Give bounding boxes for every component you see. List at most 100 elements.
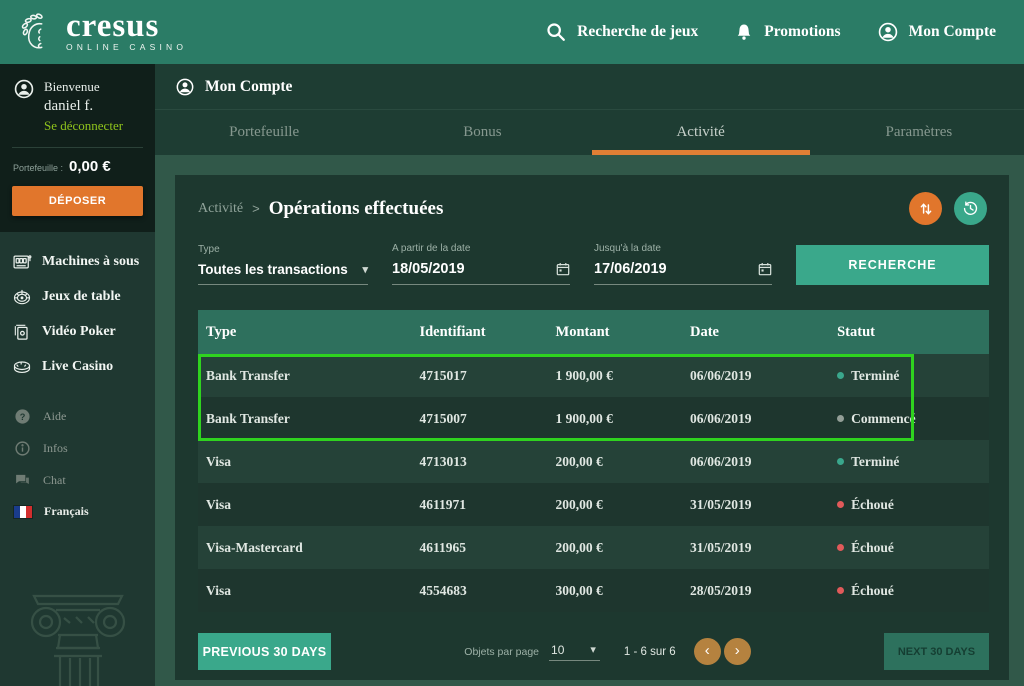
table-footer: PREVIOUS 30 DAYS Objets par page 10 ▾ 1 … bbox=[198, 633, 989, 670]
cell-montant: 200,00 € bbox=[556, 454, 690, 470]
nav-promotions[interactable]: Promotions bbox=[734, 22, 840, 42]
cresus-logo[interactable]: cresus ONLINE CASINO bbox=[12, 9, 187, 55]
content-area: Activité > Opérations effectuées bbox=[155, 155, 1024, 686]
cell-statut: Terminé bbox=[837, 368, 989, 384]
header-nav: Recherche de jeux Promotions Mon Compte bbox=[545, 21, 996, 43]
sidebar-item-help[interactable]: ? Aide bbox=[14, 408, 155, 425]
status-dot-icon bbox=[837, 372, 844, 379]
cell-montant: 1 900,00 € bbox=[556, 368, 690, 384]
search-button[interactable]: RECHERCHE bbox=[796, 245, 989, 285]
sidebar-item-slots[interactable]: Machines à sous bbox=[12, 252, 155, 272]
cell-montant: 200,00 € bbox=[556, 497, 690, 513]
nav-account[interactable]: Mon Compte bbox=[877, 21, 996, 43]
per-page-select[interactable]: 10 ▾ bbox=[549, 643, 600, 661]
pagination-range: 1 - 6 sur 6 bbox=[624, 646, 676, 658]
sidebar-item-live-casino[interactable]: Live Casino bbox=[12, 357, 155, 377]
tab-parametres[interactable]: Paramètres bbox=[810, 110, 1024, 155]
cell-type: Visa bbox=[198, 497, 419, 513]
cell-montant: 200,00 € bbox=[556, 540, 690, 556]
cards-icon bbox=[12, 322, 32, 342]
date-from-field[interactable]: A partir de la date 18/05/2019 bbox=[392, 243, 570, 285]
logo-tagline: ONLINE CASINO bbox=[66, 42, 187, 52]
calendar-icon[interactable] bbox=[758, 262, 772, 276]
table-body: Bank Transfer47150171 900,00 €06/06/2019… bbox=[198, 354, 989, 612]
nav-label: Recherche de jeux bbox=[577, 23, 698, 41]
date-from-value: 18/05/2019 bbox=[392, 261, 465, 277]
secondary-label: Aide bbox=[43, 409, 66, 424]
status-dot-icon bbox=[837, 587, 844, 594]
menu-label: Jeux de table bbox=[42, 289, 121, 305]
cell-statut: Terminé bbox=[837, 454, 989, 470]
next-30-days-button[interactable]: NEXT 30 DAYS bbox=[884, 633, 989, 670]
wallet-label: Portefeuille : bbox=[13, 163, 63, 173]
cell-type: Visa bbox=[198, 583, 419, 599]
svg-text:?: ? bbox=[20, 412, 26, 422]
sidebar-secondary-menu: ? Aide Infos Chat Français bbox=[0, 392, 155, 534]
nav-search-games[interactable]: Recherche de jeux bbox=[545, 21, 698, 43]
cell-statut: Commencé bbox=[837, 411, 989, 427]
status-dot-icon bbox=[837, 458, 844, 465]
table-row: Bank Transfer47150171 900,00 €06/06/2019… bbox=[198, 354, 989, 397]
type-filter-label: Type bbox=[198, 244, 368, 255]
menu-label: Vidéo Poker bbox=[42, 324, 116, 340]
sidebar-item-video-poker[interactable]: Vidéo Poker bbox=[12, 322, 155, 342]
cell-date: 31/05/2019 bbox=[690, 497, 837, 513]
filters: Type Toutes les transactions ▾ A partir … bbox=[175, 227, 1009, 285]
help-icon: ? bbox=[14, 408, 31, 425]
cell-type: Bank Transfer bbox=[198, 411, 419, 427]
breadcrumb-parent[interactable]: Activité bbox=[198, 201, 243, 217]
deposit-button[interactable]: DÉPOSER bbox=[12, 186, 143, 216]
secondary-label: Chat bbox=[43, 473, 66, 488]
status-dot-icon bbox=[837, 544, 844, 551]
sidebar-item-language[interactable]: Français bbox=[14, 504, 155, 519]
date-from-label: A partir de la date bbox=[392, 243, 570, 254]
cresus-head-icon bbox=[12, 9, 58, 55]
sidebar-user-block: Bienvenue daniel f. Se déconnecter Porte… bbox=[0, 64, 155, 232]
sidebar-item-table-games[interactable]: Jeux de table bbox=[12, 287, 155, 307]
transactions-button[interactable] bbox=[909, 192, 942, 225]
bell-icon bbox=[734, 22, 754, 42]
history-icon bbox=[962, 200, 979, 217]
previous-30-days-button[interactable]: PREVIOUS 30 DAYS bbox=[198, 633, 331, 670]
account-tabs: Portefeuille Bonus Activité Paramètres bbox=[155, 110, 1024, 155]
type-filter-value: Toutes les transactions bbox=[198, 262, 348, 277]
table-row: Visa4713013200,00 €06/06/2019Terminé bbox=[198, 440, 989, 483]
per-page-value: 10 bbox=[551, 643, 564, 657]
logo-name: cresus bbox=[66, 12, 187, 40]
main-area: Mon Compte Portefeuille Bonus Activité P… bbox=[155, 64, 1024, 686]
per-page-label: Objets par page bbox=[464, 646, 539, 658]
sidebar: Bienvenue daniel f. Se déconnecter Porte… bbox=[0, 64, 155, 686]
tab-bonus[interactable]: Bonus bbox=[373, 110, 591, 155]
calendar-icon[interactable] bbox=[556, 262, 570, 276]
table-row: Visa4611971200,00 €31/05/2019Échoué bbox=[198, 483, 989, 526]
table-row: Bank Transfer47150071 900,00 €06/06/2019… bbox=[198, 397, 989, 440]
sidebar-item-infos[interactable]: Infos bbox=[14, 440, 155, 457]
cell-date: 06/06/2019 bbox=[690, 368, 837, 384]
cell-identifiant: 4713013 bbox=[419, 454, 555, 470]
history-button[interactable] bbox=[954, 192, 987, 225]
type-filter[interactable]: Type Toutes les transactions ▾ bbox=[198, 244, 368, 285]
cell-date: 06/06/2019 bbox=[690, 454, 837, 470]
status-label: Commencé bbox=[851, 411, 915, 427]
cell-identifiant: 4715017 bbox=[419, 368, 555, 384]
french-flag-icon bbox=[14, 506, 32, 518]
prev-page-button[interactable]: ‹ bbox=[694, 638, 721, 665]
nav-label: Mon Compte bbox=[909, 23, 996, 41]
col-identifiant: Identifiant bbox=[419, 324, 555, 341]
slot-machine-icon bbox=[12, 252, 32, 272]
tab-activite[interactable]: Activité bbox=[592, 110, 810, 155]
sidebar-item-chat[interactable]: Chat bbox=[14, 472, 155, 489]
cell-date: 28/05/2019 bbox=[690, 583, 837, 599]
language-label: Français bbox=[44, 504, 89, 519]
greek-column-illustration bbox=[16, 590, 140, 686]
transactions-table: Type Identifiant Montant Date Statut Ban… bbox=[198, 310, 989, 612]
status-label: Échoué bbox=[851, 583, 894, 599]
date-to-field[interactable]: Jusqu'à la date 17/06/2019 bbox=[594, 243, 772, 285]
logout-link[interactable]: Se déconnecter bbox=[44, 117, 123, 135]
status-label: Terminé bbox=[851, 454, 899, 470]
account-icon bbox=[877, 21, 899, 43]
cell-type: Visa-Mastercard bbox=[198, 540, 419, 556]
tab-portefeuille[interactable]: Portefeuille bbox=[155, 110, 373, 155]
cell-identifiant: 4554683 bbox=[419, 583, 555, 599]
next-page-button[interactable]: › bbox=[724, 638, 751, 665]
